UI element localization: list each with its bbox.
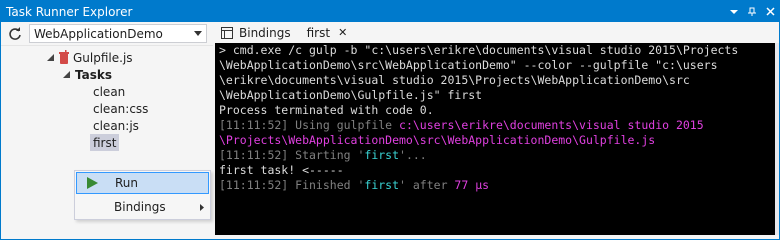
refresh-icon[interactable]	[1, 23, 29, 45]
tab-first-label: first	[306, 25, 331, 40]
menu-item-bindings-label: Bindings	[114, 200, 166, 214]
left-toolbar: WebApplicationDemo	[1, 22, 213, 46]
bindings-icon	[221, 26, 233, 39]
console-line: first task! <-----	[219, 163, 771, 178]
console-line: \Projects\WebApplicationDemo\src\WebAppl…	[219, 133, 771, 148]
gulpfile-label: Gulpfile.js	[73, 50, 133, 65]
menu-item-bindings[interactable]: Bindings	[76, 196, 209, 218]
tab-bindings-label: Bindings	[239, 25, 291, 40]
console-line: Process terminated with code 0.	[219, 103, 771, 118]
tree-item-clean-js[interactable]: clean:js	[93, 117, 139, 134]
console-line: \WebApplicationDemo\Gulpfile.js" first	[219, 88, 771, 103]
console-text: \WebApplicationDemo\Gulpfile.js" first	[219, 88, 483, 102]
play-icon	[77, 177, 107, 189]
tab-close-icon[interactable]: ✕	[338, 26, 347, 39]
console-line: [11:11:52] Finished 'first' after 77 μs	[219, 178, 771, 193]
console-text: first	[364, 178, 400, 192]
task-runner-window: Task Runner Explorer WebApplicationDemo	[0, 0, 780, 240]
console-text: > cmd.exe /c gulp -b "c:\users\erikre\do…	[219, 43, 739, 57]
project-select[interactable]: WebApplicationDemo	[29, 24, 207, 43]
console-text: [11:11:52] Finished '	[219, 178, 365, 192]
title-bar: Task Runner Explorer	[1, 1, 779, 22]
task-label: clean:css	[93, 101, 149, 116]
expanded-arrow-icon[interactable]	[45, 53, 55, 63]
console-text: [11:11:52] Starting '	[219, 148, 365, 162]
project-select-value: WebApplicationDemo	[34, 26, 163, 41]
context-menu: Run Bindings	[74, 170, 211, 220]
console-text: \Projects\WebApplicationDemo\src\WebAppl…	[219, 133, 656, 147]
output-pane: Bindings first ✕ > cmd.exe /c gulp -b "c…	[213, 22, 779, 239]
task-tree-pane: WebApplicationDemo Gulpfile.js Tasks cle…	[1, 22, 213, 239]
tab-first[interactable]: first ✕	[298, 22, 356, 43]
console-line: [11:11:52] Starting 'first'...	[219, 148, 771, 163]
console-line: \erikre\documents\visual studio 2015\Pro…	[219, 73, 771, 88]
chevron-down-icon	[190, 31, 206, 36]
gulp-icon	[59, 50, 69, 65]
submenu-arrow-icon	[195, 203, 209, 211]
tree-item-tasks[interactable]: Tasks	[61, 66, 112, 83]
console-text: ' after	[399, 178, 455, 192]
console-line: > cmd.exe /c gulp -b "c:\users\erikre\do…	[219, 43, 771, 58]
console-text: '...	[399, 148, 427, 162]
tree-item-clean[interactable]: clean	[93, 83, 125, 100]
tree-item-first[interactable]: first	[90, 134, 120, 151]
window-title: Task Runner Explorer	[6, 4, 133, 19]
close-icon[interactable]	[761, 3, 779, 21]
dropdown-icon[interactable]	[725, 3, 743, 21]
console-line: [11:11:52] Using gulpfile c:\users\erikr…	[219, 118, 771, 133]
console-text: \WebApplicationDemo\src\WebApplicationDe…	[219, 58, 718, 72]
console-text: \erikre\documents\visual studio 2015\Pro…	[219, 73, 690, 87]
expanded-arrow-icon[interactable]	[61, 70, 71, 80]
tasks-group-label: Tasks	[75, 67, 113, 82]
menu-item-run[interactable]: Run	[76, 172, 209, 194]
console-text: Process terminated with code 0.	[219, 103, 434, 117]
output-tabs: Bindings first ✕	[213, 22, 779, 43]
tab-bindings[interactable]: Bindings	[213, 22, 299, 43]
tree-item-gulpfile[interactable]: Gulpfile.js	[45, 49, 133, 66]
console-output[interactable]: > cmd.exe /c gulp -b "c:\users\erikre\do…	[215, 43, 775, 235]
console-line: \WebApplicationDemo\src\WebApplicationDe…	[219, 58, 771, 73]
task-label: clean	[93, 84, 126, 99]
console-text: [11:11:52] Using gulpfile	[219, 118, 400, 132]
menu-item-run-label: Run	[115, 176, 139, 190]
tree-item-clean-css[interactable]: clean:css	[93, 100, 148, 117]
task-label: clean:js	[93, 118, 139, 133]
pin-icon[interactable]	[743, 3, 761, 21]
console-text: c:\users\erikre\documents\visual studio …	[399, 118, 704, 132]
console-text: first	[364, 148, 400, 162]
task-label: first	[93, 135, 117, 150]
console-scrollbar[interactable]	[775, 43, 779, 235]
console-text: first task! <-----	[219, 163, 344, 177]
console-text: 77 μs	[454, 178, 490, 192]
